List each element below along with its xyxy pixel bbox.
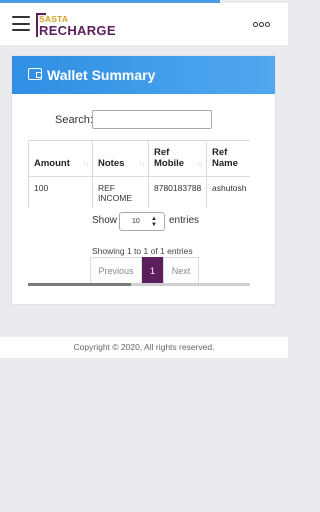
pagination-next[interactable]: Next (163, 257, 199, 286)
select-arrows-icon: ▲ ▼ (151, 216, 157, 228)
sort-icon: ↑↓ (197, 161, 203, 168)
table-info: Showing 1 to 1 of 1 entries (92, 246, 193, 256)
column-header-ref-mobile[interactable]: Ref Mobile ↑↓ (148, 140, 207, 177)
cell-notes: REF INCOME (92, 176, 149, 208)
wallet-table: Amount ↑↓ Notes ↑↓ Ref Mobile ↑↓ Ref Nam… (28, 140, 250, 208)
entries-label: entries (169, 215, 200, 226)
column-header-ref-name[interactable]: Ref Name ↑↓ (206, 140, 250, 177)
search-label: Search: (55, 114, 93, 126)
entries-length-select[interactable]: 10 ▲ ▼ (119, 212, 165, 231)
show-label: Show (92, 215, 118, 226)
cell-ref-mobile: 8780183788 (148, 176, 207, 208)
app-logo[interactable]: SASTA RECHARGE (36, 10, 115, 42)
card-title: Wallet Summary (47, 67, 156, 83)
column-header-notes[interactable]: Notes ↑↓ (92, 140, 149, 177)
pagination-page-1[interactable]: 1 (142, 257, 163, 286)
logo-text-bottom: RECHARGE (39, 23, 116, 38)
footer-copyright: Copyright © 2020, All rights reserved. (0, 337, 288, 358)
wallet-summary-card: Wallet Summary Search: Amount ↑↓ Notes ↑… (11, 55, 276, 305)
more-options-icon[interactable] (253, 22, 271, 28)
cell-amount: 100 (28, 176, 93, 208)
table-header-row: Amount ↑↓ Notes ↑↓ Ref Mobile ↑↓ Ref Nam… (28, 140, 250, 177)
entries-length-value: 10 (132, 218, 140, 225)
app-header: SASTA RECHARGE (0, 3, 288, 45)
card-header: Wallet Summary (12, 56, 275, 94)
pagination-previous[interactable]: Previous (90, 257, 142, 286)
cell-ref-name: ashutosh (206, 176, 250, 208)
menu-icon[interactable] (12, 16, 30, 31)
sort-icon: ↑↓ (139, 161, 145, 168)
table-row: 100 REF INCOME 8780183788 ashutosh (28, 176, 250, 208)
column-header-amount[interactable]: Amount ↑↓ (28, 140, 93, 177)
wallet-icon (28, 68, 42, 80)
horizontal-scrollbar-thumb[interactable] (28, 283, 131, 286)
search-input[interactable] (92, 110, 212, 129)
sort-icon: ↑↓ (83, 161, 89, 168)
wallet-table-wrapper[interactable]: Amount ↑↓ Notes ↑↓ Ref Mobile ↑↓ Ref Nam… (28, 140, 250, 208)
